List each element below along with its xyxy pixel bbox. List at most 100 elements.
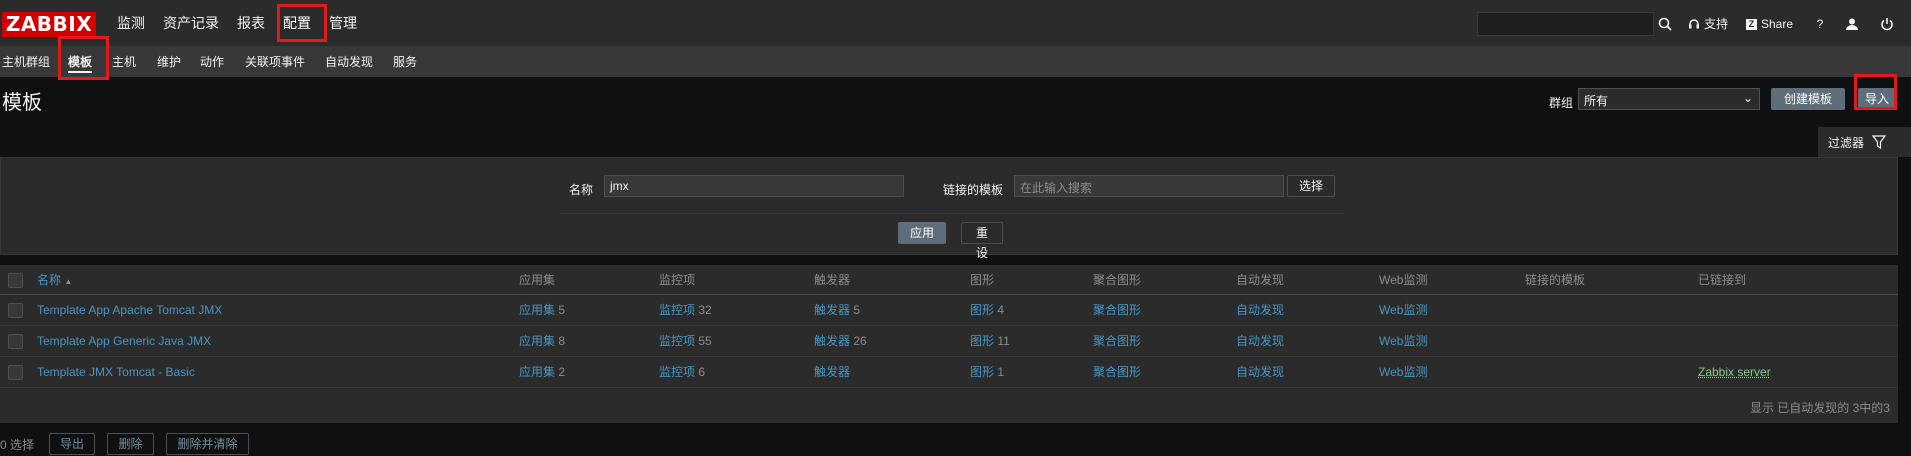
row-checkbox[interactable] [8, 365, 23, 380]
template-name-link[interactable]: Template App Generic Java JMX [37, 326, 211, 356]
discovery-link[interactable]: 自动发现 [1236, 357, 1284, 387]
applications-count: 8 [558, 334, 566, 348]
group-label: 群组 [1549, 96, 1574, 110]
items-link[interactable]: 监控项 [659, 365, 695, 379]
user-profile-icon[interactable] [1840, 12, 1864, 36]
delete-and-clear-button[interactable]: 删除并清除 [166, 433, 249, 455]
headset-icon [1689, 19, 1699, 29]
share-label: Share [1761, 17, 1794, 31]
applications-link[interactable]: 应用集 [519, 303, 555, 317]
items-link[interactable]: 监控项 [659, 303, 695, 317]
filter-tab-label: 过滤器 [1828, 135, 1865, 150]
menu-configuration[interactable]: 配置 [274, 0, 320, 47]
select-all-checkbox[interactable] [8, 273, 23, 288]
logout-icon[interactable] [1875, 12, 1899, 36]
export-button[interactable]: 导出 [49, 433, 95, 455]
submenu-correlation[interactable]: 关联项事件 [245, 47, 305, 77]
col-linked-to-header: 已链接到 [1698, 273, 1747, 287]
col-name-label: 名称 [37, 273, 62, 287]
applications-link[interactable]: 应用集 [519, 365, 555, 379]
mass-action-bar: 0 选择 [0, 432, 48, 456]
graphs-count: 1 [997, 365, 1005, 379]
col-name-header[interactable]: 名称 ▲ [37, 265, 72, 294]
share-link[interactable]: Z Share [1746, 12, 1793, 36]
row-checkbox[interactable] [8, 303, 23, 318]
triggers-link[interactable]: 触发器 [814, 303, 850, 317]
triggers-link[interactable]: 触发器 [814, 334, 850, 348]
submenu-host-groups[interactable]: 主机群组 [2, 47, 50, 77]
discovery-link[interactable]: 自动发现 [1236, 295, 1284, 325]
main-menu: 监测 资产记录 报表 配置 管理 [108, 0, 366, 47]
table-header-row: 名称 ▲ 应用集 监控项 触发器 图形 聚合图形 自动发现 Web监测 链接的模… [0, 265, 1898, 295]
table-row: Template JMX Tomcat - Basic 应用集 2 监控项 6 … [0, 357, 1898, 388]
templates-table: 名称 ▲ 应用集 监控项 触发器 图形 聚合图形 自动发现 Web监测 链接的模… [0, 265, 1898, 423]
global-search-input[interactable] [1477, 12, 1654, 36]
filter-name-input[interactable]: jmx [604, 175, 904, 197]
template-name-link[interactable]: Template JMX Tomcat - Basic [37, 357, 195, 387]
menu-administration[interactable]: 管理 [320, 0, 366, 47]
items-count: 55 [698, 334, 712, 348]
filter-reset-button[interactable]: 重设 [961, 222, 1003, 260]
col-web-header: Web监测 [1379, 273, 1428, 287]
filter-divider [559, 213, 1343, 214]
linked-to-link[interactable]: Zabbix server [1698, 357, 1771, 387]
filter-icon [1872, 135, 1887, 149]
triggers-count: 26 [853, 334, 867, 348]
page-title: 模板 [2, 92, 42, 114]
screens-link[interactable]: 聚合图形 [1093, 326, 1141, 356]
applications-link[interactable]: 应用集 [519, 334, 555, 348]
col-screens-header: 聚合图形 [1093, 273, 1142, 287]
table-paging-summary: 显示 已自动发现的 3中的3 [1749, 401, 1890, 415]
col-items-header: 监控项 [659, 273, 696, 287]
graphs-link[interactable]: 图形 [970, 303, 994, 317]
group-select[interactable]: 所有 ⌄ [1578, 88, 1760, 110]
applications-count: 5 [558, 303, 566, 317]
web-link[interactable]: Web监测 [1379, 357, 1427, 387]
create-template-button[interactable]: 创建模板 [1771, 88, 1845, 110]
filter-apply-button[interactable]: 应用 [898, 222, 946, 244]
graphs-count: 11 [997, 334, 1010, 348]
search-icon[interactable] [1654, 12, 1676, 36]
items-count: 6 [698, 365, 706, 379]
group-select-value: 所有 [1584, 94, 1609, 108]
submenu-services[interactable]: 服务 [393, 47, 417, 77]
filter-name-label: 名称 [569, 183, 594, 197]
triggers-link[interactable]: 触发器 [814, 365, 850, 379]
support-link[interactable]: 支持 [1688, 12, 1728, 36]
share-logo-icon: Z [1746, 18, 1757, 30]
menu-inventory[interactable]: 资产记录 [154, 0, 228, 47]
submenu-hosts[interactable]: 主机 [112, 47, 136, 77]
import-button[interactable]: 导入 [1858, 88, 1896, 110]
delete-button[interactable]: 删除 [107, 433, 154, 455]
filter-select-button[interactable]: 选择 [1287, 175, 1335, 197]
menu-reports[interactable]: 报表 [228, 0, 274, 47]
template-name-link[interactable]: Template App Apache Tomcat JMX [37, 295, 222, 325]
row-checkbox[interactable] [8, 334, 23, 349]
table-row: Template App Apache Tomcat JMX 应用集 5 监控项… [0, 295, 1898, 326]
graphs-link[interactable]: 图形 [970, 334, 994, 348]
zabbix-logo[interactable]: ZABBIX [2, 12, 96, 37]
submenu-templates[interactable]: 模板 [68, 47, 93, 77]
chevron-down-icon: ⌄ [1742, 91, 1753, 105]
col-discovery-header: 自动发现 [1236, 273, 1285, 287]
sub-menu: 主机群组 模板 主机 维护 动作 关联项事件 自动发现 服务 [0, 47, 1911, 77]
graphs-count: 4 [997, 303, 1005, 317]
top-navigation-bar: ZABBIX 监测 资产记录 报表 配置 管理 支持 Z Share ? [0, 0, 1911, 47]
sort-asc-icon: ▲ [64, 277, 73, 286]
submenu-discovery[interactable]: 自动发现 [325, 47, 373, 77]
menu-monitoring[interactable]: 监测 [108, 0, 154, 47]
screens-link[interactable]: 聚合图形 [1093, 357, 1141, 387]
items-link[interactable]: 监控项 [659, 334, 695, 348]
filter-panel: 名称 jmx 链接的模板 在此输入搜索 选择 应用 重设 [0, 157, 1898, 260]
col-linked-templates-header: 链接的模板 [1525, 273, 1586, 287]
web-link[interactable]: Web监测 [1379, 326, 1427, 356]
help-icon[interactable]: ? [1808, 12, 1832, 36]
filter-linked-templates-input[interactable]: 在此输入搜索 [1014, 175, 1284, 197]
submenu-maintenance[interactable]: 维护 [157, 47, 181, 77]
graphs-link[interactable]: 图形 [970, 365, 994, 379]
discovery-link[interactable]: 自动发现 [1236, 326, 1284, 356]
filter-tab[interactable]: 过滤器 [1818, 127, 1911, 157]
submenu-actions[interactable]: 动作 [200, 47, 224, 77]
screens-link[interactable]: 聚合图形 [1093, 295, 1141, 325]
web-link[interactable]: Web监测 [1379, 295, 1427, 325]
